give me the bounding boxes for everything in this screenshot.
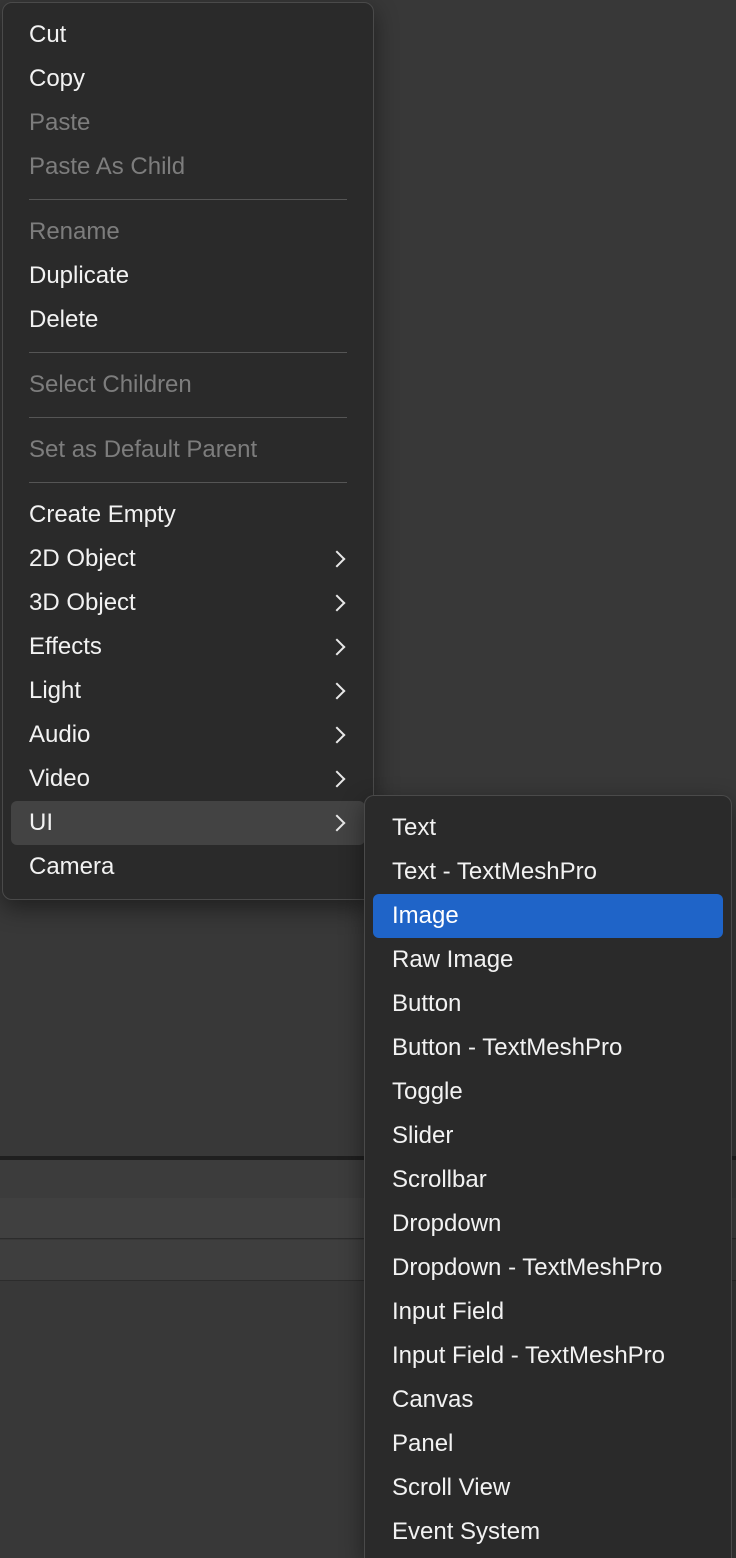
submenu-item-toggle[interactable]: Toggle [373, 1070, 723, 1114]
submenu-item-label: Toggle [392, 1078, 463, 1105]
menu-item-audio[interactable]: Audio [11, 713, 365, 757]
menu-item-cut[interactable]: Cut [11, 13, 365, 57]
submenu-item-label: Dropdown [392, 1210, 502, 1237]
menu-item-copy[interactable]: Copy [11, 57, 365, 101]
menu-item-3d-object[interactable]: 3D Object [11, 581, 365, 625]
submenu-item-label: Scroll View [392, 1474, 511, 1501]
submenu-item-label: Image [392, 902, 459, 929]
submenu-item-label: Canvas [392, 1386, 474, 1413]
menu-item-label: Cut [29, 21, 67, 48]
submenu-item-panel[interactable]: Panel [373, 1422, 723, 1466]
menu-item-label: Camera [29, 853, 115, 880]
submenu-item-label: Input Field [392, 1298, 505, 1325]
menu-item-video[interactable]: Video [11, 757, 365, 801]
menu-item-camera[interactable]: Camera [11, 845, 365, 889]
menu-item-label: Video [29, 765, 90, 792]
menu-item-light[interactable]: Light [11, 669, 365, 713]
submenu-item-label: Text [392, 814, 437, 841]
menu-item-paste-as-child: Paste As Child [11, 145, 365, 189]
menu-item-label: Duplicate [29, 262, 130, 289]
submenu-item-input-field-textmeshpro[interactable]: Input Field - TextMeshPro [373, 1334, 723, 1378]
menu-separator [29, 352, 347, 353]
menu-item-2d-object[interactable]: 2D Object [11, 537, 365, 581]
menu-item-effects[interactable]: Effects [11, 625, 365, 669]
menu-item-select-children: Select Children [11, 363, 365, 407]
submenu-item-label: Input Field - TextMeshPro [392, 1342, 666, 1369]
menu-item-label: Paste As Child [29, 153, 186, 180]
submenu-item-label: Panel [392, 1430, 454, 1457]
menu-item-ui[interactable]: UI [11, 801, 365, 845]
submenu-item-label: Dropdown - TextMeshPro [392, 1254, 663, 1281]
submenu-item-canvas[interactable]: Canvas [373, 1378, 723, 1422]
menu-separator [29, 199, 347, 200]
menu-item-label: Create Empty [29, 501, 176, 528]
submenu-item-label: Event System [392, 1518, 541, 1545]
menu-item-delete[interactable]: Delete [11, 298, 365, 342]
menu-item-label: UI [29, 809, 53, 836]
submenu-item-text[interactable]: Text [373, 806, 723, 850]
chevron-right-icon [328, 726, 346, 744]
ui-submenu: Text Text - TextMeshPro Image Raw Image Butt… [364, 795, 732, 1558]
menu-item-create-empty[interactable]: Create Empty [11, 493, 365, 537]
menu-item-label: Audio [29, 721, 91, 748]
menu-item-rename: Rename [11, 210, 365, 254]
menu-item-paste: Paste [11, 101, 365, 145]
menu-item-label: Light [29, 677, 82, 704]
menu-item-duplicate[interactable]: Duplicate [11, 254, 365, 298]
submenu-item-scrollbar[interactable]: Scrollbar [373, 1158, 723, 1202]
submenu-item-image[interactable]: Image [373, 894, 723, 938]
menu-separator [29, 482, 347, 483]
chevron-right-icon [328, 770, 346, 788]
submenu-item-label: Scrollbar [392, 1166, 487, 1193]
chevron-right-icon [328, 682, 346, 700]
submenu-item-button-textmeshpro[interactable]: Button - TextMeshPro [373, 1026, 723, 1070]
menu-item-label: 2D Object [29, 545, 136, 572]
menu-separator [29, 417, 347, 418]
submenu-item-label: Text - TextMeshPro [392, 858, 597, 885]
submenu-item-dropdown-textmeshpro[interactable]: Dropdown - TextMeshPro [373, 1246, 723, 1290]
submenu-item-input-field[interactable]: Input Field [373, 1290, 723, 1334]
chevron-right-icon [328, 594, 346, 612]
submenu-item-label: Button - TextMeshPro [392, 1034, 623, 1061]
submenu-item-label: Button [392, 990, 462, 1017]
menu-item-label: Effects [29, 633, 102, 660]
menu-item-set-as-default-parent: Set as Default Parent [11, 428, 365, 472]
chevron-right-icon [328, 814, 346, 832]
submenu-item-dropdown[interactable]: Dropdown [373, 1202, 723, 1246]
menu-item-label: Copy [29, 65, 86, 92]
menu-item-label: Paste [29, 109, 91, 136]
submenu-item-button[interactable]: Button [373, 982, 723, 1026]
context-menu: Cut Copy Paste Paste As Child Rename Duplicat… [2, 2, 374, 900]
submenu-item-label: Raw Image [392, 946, 514, 973]
submenu-item-slider[interactable]: Slider [373, 1114, 723, 1158]
submenu-item-label: Slider [392, 1122, 454, 1149]
menu-item-label: Delete [29, 306, 99, 333]
submenu-item-text-textmeshpro[interactable]: Text - TextMeshPro [373, 850, 723, 894]
chevron-right-icon [328, 550, 346, 568]
menu-item-label: Set as Default Parent [29, 436, 258, 463]
submenu-item-raw-image[interactable]: Raw Image [373, 938, 723, 982]
menu-item-label: 3D Object [29, 589, 136, 616]
submenu-item-scroll-view[interactable]: Scroll View [373, 1466, 723, 1510]
chevron-right-icon [328, 638, 346, 656]
menu-item-label: Rename [29, 218, 120, 245]
submenu-item-event-system[interactable]: Event System [373, 1510, 723, 1554]
menu-item-label: Select Children [29, 371, 192, 398]
